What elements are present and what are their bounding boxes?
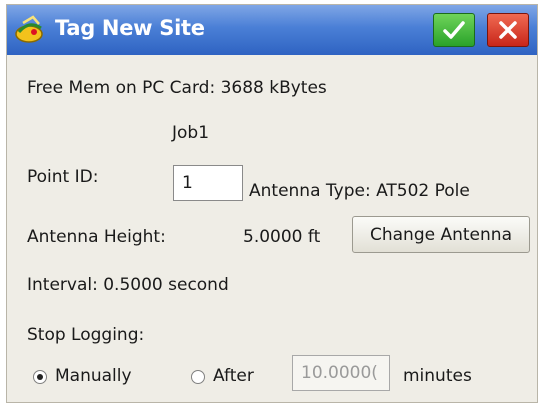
stop-logging-label: Stop Logging: bbox=[27, 325, 145, 345]
after-minutes-input[interactable] bbox=[292, 355, 390, 391]
tag-new-site-dialog: Tag New Site Free Mem on PC Card: 3688 k… bbox=[6, 4, 538, 403]
after-radio[interactable] bbox=[191, 370, 205, 384]
manually-radio[interactable] bbox=[33, 370, 47, 384]
point-id-label: Point ID: bbox=[27, 167, 99, 187]
change-antenna-button[interactable]: Change Antenna bbox=[352, 216, 530, 253]
dialog-title: Tag New Site bbox=[55, 16, 205, 40]
job-name-text: Job1 bbox=[172, 123, 210, 143]
check-icon bbox=[443, 21, 465, 39]
after-label[interactable]: After bbox=[213, 366, 254, 386]
close-button[interactable] bbox=[487, 13, 529, 47]
manually-label[interactable]: Manually bbox=[55, 366, 132, 386]
interval-text: Interval: 0.5000 second bbox=[27, 275, 229, 295]
close-icon bbox=[499, 21, 517, 39]
antenna-height-label: Antenna Height: bbox=[27, 227, 166, 247]
point-id-input[interactable] bbox=[173, 165, 243, 201]
antenna-height-value: 5.0000 ft bbox=[243, 227, 321, 247]
free-memory-text: Free Mem on PC Card: 3688 kBytes bbox=[27, 78, 327, 98]
minutes-label: minutes bbox=[403, 366, 472, 386]
antenna-type-text: Antenna Type: AT502 Pole bbox=[249, 181, 470, 201]
title-bar: Tag New Site bbox=[7, 5, 537, 55]
satellite-icon bbox=[15, 15, 43, 43]
radio-selected-dot bbox=[37, 374, 43, 380]
ok-button[interactable] bbox=[433, 13, 475, 47]
